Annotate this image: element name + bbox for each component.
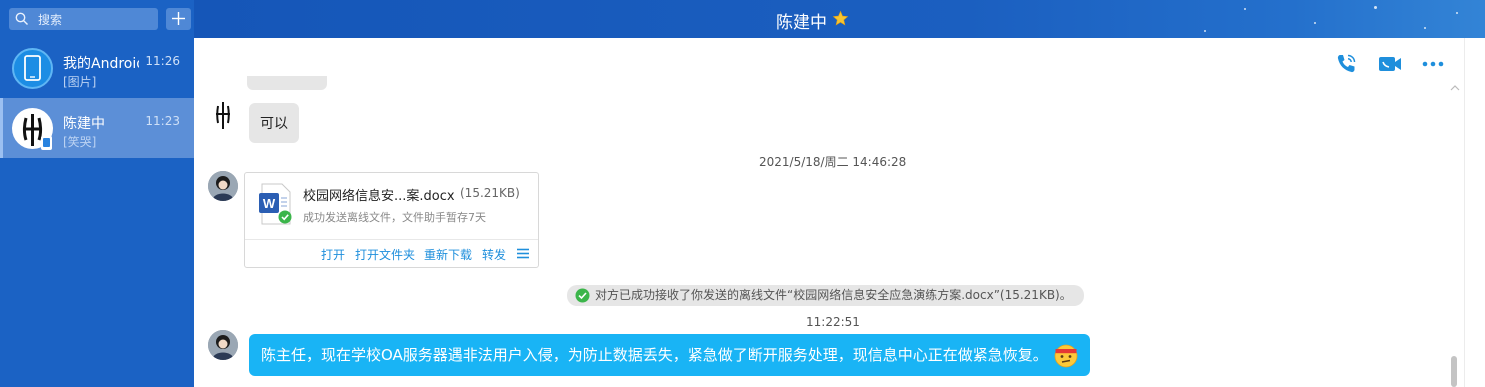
conversation-preview: [图片] (63, 75, 97, 89)
voice-call-icon[interactable] (1334, 52, 1358, 76)
redownload-link[interactable]: 重新下载 (424, 246, 472, 263)
forward-link[interactable]: 转发 (482, 246, 506, 263)
system-notice: 对方已成功接收了你发送的离线文件“校园网络信息安全应急演练方案.docx”(15… (567, 285, 1084, 306)
message-text: 陈主任，现在学校OA服务器遇非法用户入侵，为防止数据丢失，紧急做了断开服务处理，… (261, 346, 1048, 364)
conversation-item-chen[interactable]: 陈建中 11:23 [笑哭] (0, 98, 194, 158)
file-name: 校园网络信息安...案.docx (303, 189, 455, 204)
star-icon (832, 10, 849, 26)
open-folder-link[interactable]: 打开文件夹 (355, 246, 415, 263)
plus-icon (172, 12, 185, 25)
conversation-item-android[interactable]: 我的Android手机 11:26 [图片] (0, 38, 194, 98)
conversation-time: 11:23 (145, 114, 180, 128)
video-call-icon[interactable] (1377, 52, 1403, 76)
avatar (208, 330, 238, 360)
timestamp: 2021/5/18/周二 14:46:28 (759, 155, 907, 169)
timestamp: 11:22:51 (806, 315, 860, 329)
file-status: 成功发送离线文件，文件助手暂存7天 (303, 211, 486, 224)
chat-header: 陈建中 (194, 0, 1485, 38)
conversation-preview: [笑哭] (63, 135, 97, 149)
message-list[interactable]: 可以 2021/5/18/周二 14:46:28 W 校园网络信息安...案.d… (194, 38, 1464, 387)
outgoing-message-bubble: 陈主任，现在学校OA服务器遇非法用户入侵，为防止数据丢失，紧急做了断开服务处理，… (249, 334, 1090, 376)
add-button[interactable] (166, 8, 191, 30)
determined-emoji-icon (1054, 344, 1078, 367)
scrollbar-thumb[interactable] (1451, 356, 1457, 387)
search-icon (15, 12, 28, 25)
more-options-icon[interactable] (1421, 52, 1445, 76)
search-placeholder: 搜索 (38, 13, 63, 27)
message-bubble: 可以 (249, 103, 299, 143)
word-document-icon: W (259, 183, 292, 225)
conversation-name: 我的Android手机 (63, 56, 139, 72)
file-message-card[interactable]: W 校园网络信息安...案.docx (15.21KB) 成功发送离线文件，文件… (244, 172, 539, 268)
conversation-time: 11:26 (145, 54, 180, 68)
avatar (208, 171, 238, 201)
check-circle-icon (575, 288, 590, 303)
phone-avatar-icon (12, 48, 53, 89)
avatar (216, 102, 230, 129)
system-notice-text: 对方已成功接收了你发送的离线文件“校园网络信息安全应急演练方案.docx”(15… (595, 288, 1072, 302)
sidebar: 搜索 我的Android手机 11:26 [图片] 陈建中 (0, 0, 194, 387)
previous-message-bubble (247, 76, 327, 90)
conversation-name: 陈建中 (63, 116, 105, 132)
open-file-link[interactable]: 打开 (321, 246, 345, 263)
chat-title: 陈建中 (776, 13, 827, 33)
mobile-device-icon (41, 136, 52, 150)
svg-text:W: W (263, 196, 276, 211)
file-size: (15.21KB) (460, 186, 520, 200)
search-box[interactable]: 搜索 (9, 8, 158, 30)
scrollbar-track[interactable] (1464, 38, 1485, 387)
divider (245, 239, 538, 240)
menu-icon[interactable] (517, 248, 529, 259)
collapse-icon[interactable] (1450, 84, 1460, 92)
